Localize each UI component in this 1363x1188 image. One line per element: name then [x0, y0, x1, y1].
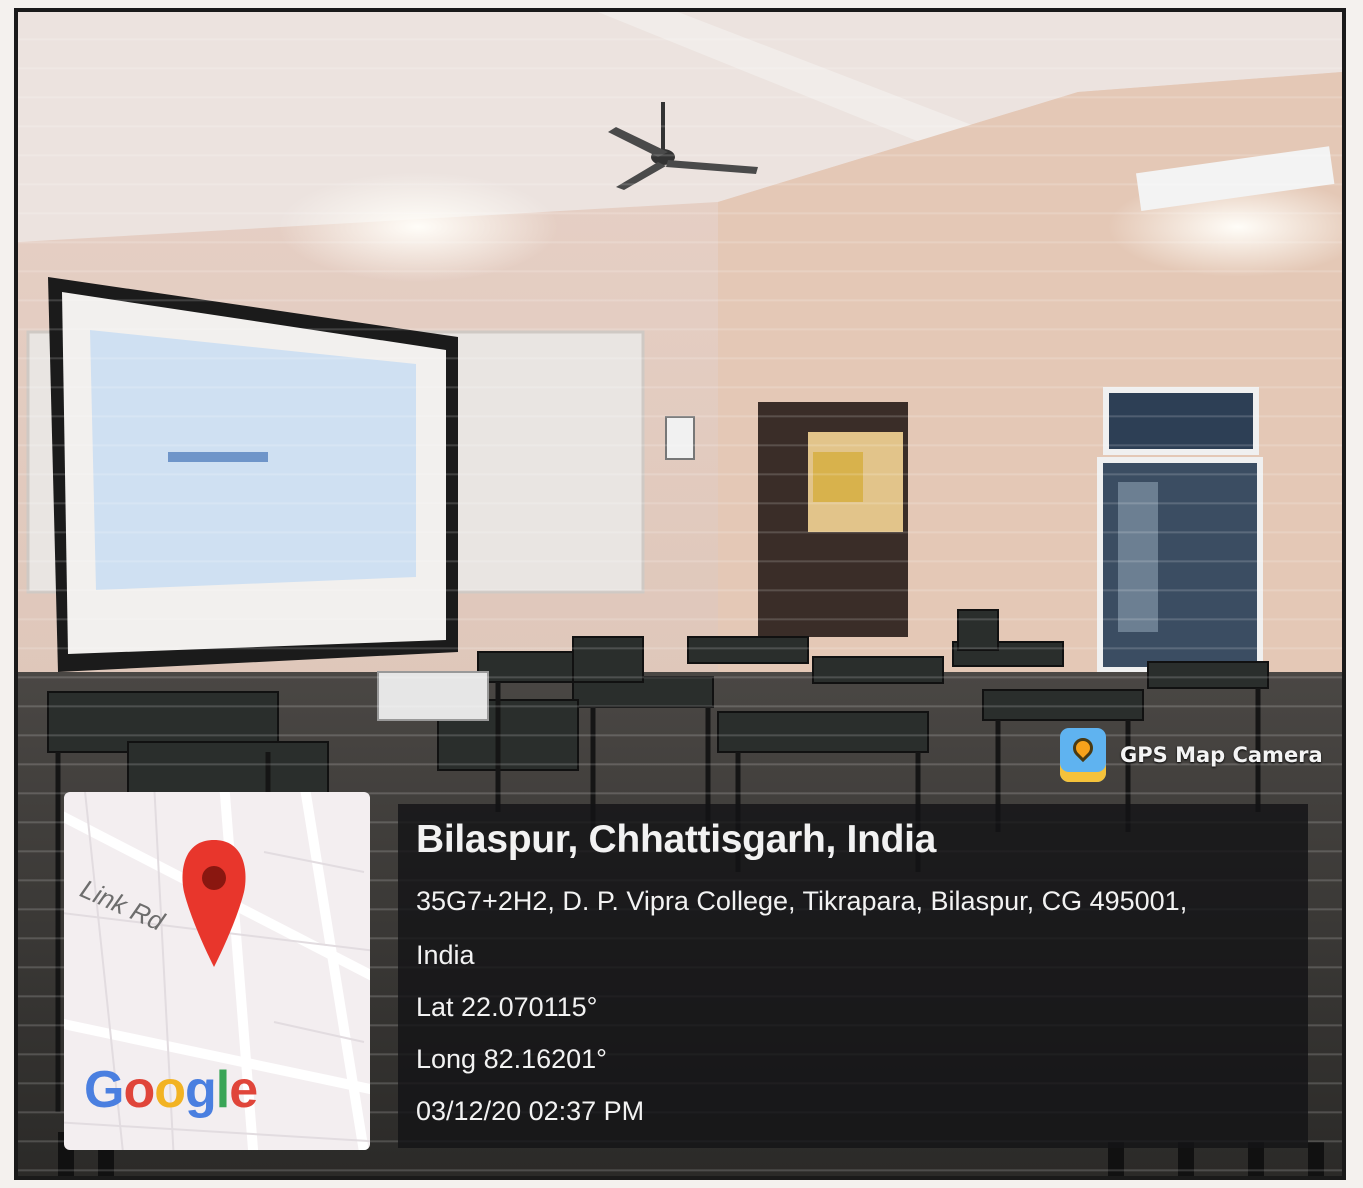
map-pin-camera-icon [1060, 728, 1106, 782]
gps-map-camera-badge: GPS Map Camera [1060, 724, 1323, 786]
location-info-panel: Bilaspur, Chhattisgarh, India 35G7+2H2, … [398, 804, 1308, 1148]
badge-label: GPS Map Camera [1120, 743, 1323, 767]
photo-frame: GPS Map Camera Bilaspur, Chhattisgarh, I… [14, 8, 1346, 1180]
timestamp: 03/12/20 02:37 PM [416, 1096, 645, 1126]
address-line-2: India [416, 940, 475, 970]
google-logo: Google [84, 1061, 258, 1119]
place-title: Bilaspur, Chhattisgarh, India [416, 818, 937, 861]
longitude: Long 82.16201° [416, 1044, 607, 1074]
address-line-1: 35G7+2H2, D. P. Vipra College, Tikrapara… [416, 886, 1188, 916]
latitude: Lat 22.070115° [416, 992, 598, 1022]
map-thumbnail: Link Rd Google [64, 792, 370, 1150]
